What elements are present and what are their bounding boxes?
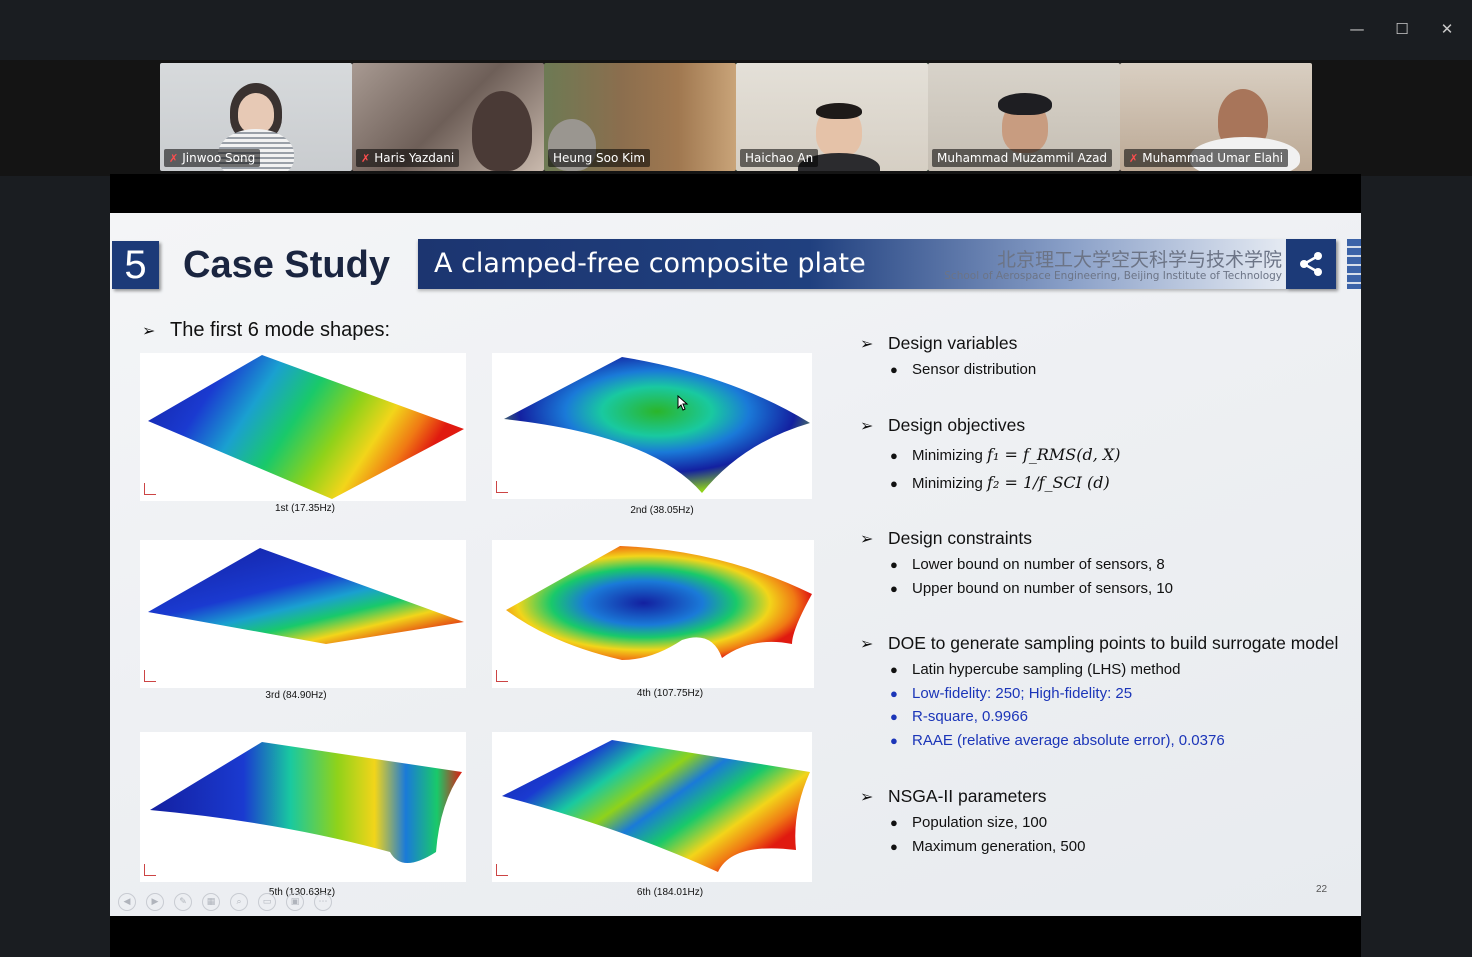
slides-grid-icon[interactable]: ▦ bbox=[202, 893, 220, 911]
mouse-cursor-icon bbox=[677, 395, 689, 411]
arrow-bullet-icon: ➢ bbox=[860, 336, 874, 353]
bullet-dot-icon: ● bbox=[890, 581, 898, 596]
section-heading: ➢ Design objectives bbox=[860, 415, 1026, 435]
section-heading: ➢ Design constraints bbox=[860, 528, 1032, 548]
list-item: ● Upper bound on number of sensors, 10 bbox=[890, 580, 1173, 597]
arrow-bullet-icon: ➢ bbox=[860, 789, 874, 806]
axis-triad-icon bbox=[144, 670, 156, 682]
mode-shape-image bbox=[140, 540, 466, 688]
list-item: ● RAAE (relative average absolute error),… bbox=[890, 732, 1225, 749]
meeting-window: — ☐ ✕ ✗ Jinwoo Song ✗ Haris Yazdani Heung … bbox=[0, 0, 1472, 957]
presentation-toolbar: ◀ ▶ ✎ ▦ ⌕ ▭ ▣ ⋯ bbox=[118, 893, 332, 913]
list-item: ● Minimizing f₁ = f_RMS(d, X) bbox=[890, 445, 1121, 464]
section-heading: ➢ NSGA-II parameters bbox=[860, 786, 1047, 806]
bullet-dot-icon: ● bbox=[890, 839, 898, 854]
camera-icon[interactable]: ▣ bbox=[286, 893, 304, 911]
list-item: ● Lower bound on number of sensors, 8 bbox=[890, 556, 1165, 573]
participant-name: Heung Soo Kim bbox=[548, 149, 651, 167]
arrow-bullet-icon: ➢ bbox=[860, 636, 874, 653]
participant-tile[interactable]: Heung Soo Kim bbox=[544, 63, 736, 171]
bullet-dot-icon: ● bbox=[890, 662, 898, 677]
section-heading: ➢ Design variables bbox=[860, 333, 1018, 353]
list-item: ● R-square, 0.9966 bbox=[890, 708, 1028, 725]
axis-triad-icon bbox=[144, 483, 156, 495]
modes-heading: ➢ The first 6 mode shapes: bbox=[142, 319, 391, 341]
title-bar: — ☐ ✕ bbox=[0, 0, 1472, 60]
participant-tile-active-speaker[interactable]: Haichao An bbox=[736, 63, 928, 171]
axis-triad-icon bbox=[496, 481, 508, 493]
mic-muted-icon: ✗ bbox=[361, 152, 371, 165]
subtitles-icon[interactable]: ▭ bbox=[258, 893, 276, 911]
bullet-dot-icon: ● bbox=[890, 686, 898, 701]
participant-tile[interactable]: ✗ Haris Yazdani bbox=[352, 63, 544, 171]
list-item: ● Minimizing f₂ = 1/f_SCI (d) bbox=[890, 473, 1110, 492]
arrow-bullet-icon: ➢ bbox=[142, 323, 156, 340]
bullet-dot-icon: ● bbox=[890, 448, 898, 463]
participant-name: ✗ Muhammad Umar Elahi bbox=[1124, 149, 1289, 167]
previous-slide-icon[interactable]: ◀ bbox=[118, 893, 136, 911]
mode-shape-image bbox=[492, 732, 812, 882]
maximize-icon[interactable]: ☐ bbox=[1387, 14, 1417, 44]
mode-caption: 6th (184.01Hz) bbox=[636, 887, 704, 898]
bullet-dot-icon: ● bbox=[890, 733, 898, 748]
objective-formula: f₂ = 1/f_SCI (d) bbox=[987, 473, 1110, 492]
participant-name: ✗ Jinwoo Song bbox=[164, 149, 261, 167]
slide-title: Case Study bbox=[183, 244, 390, 286]
share-icon[interactable] bbox=[1286, 239, 1336, 289]
pen-icon[interactable]: ✎ bbox=[174, 893, 192, 911]
mic-muted-icon: ✗ bbox=[169, 152, 179, 165]
participant-tile[interactable]: ✗ Muhammad Umar Elahi bbox=[1120, 63, 1312, 171]
arrow-bullet-icon: ➢ bbox=[860, 418, 874, 435]
mode-caption: 4th (107.75Hz) bbox=[636, 688, 704, 699]
section-heading: ➢ DOE to generate sampling points to buil… bbox=[860, 633, 1339, 653]
participant-name: ✗ Haris Yazdani bbox=[356, 149, 460, 167]
axis-triad-icon bbox=[144, 864, 156, 876]
mic-muted-icon: ✗ bbox=[1129, 152, 1139, 165]
close-icon[interactable]: ✕ bbox=[1432, 14, 1462, 44]
arrow-bullet-icon: ➢ bbox=[860, 531, 874, 548]
participant-tile[interactable]: Muhammad Muzammil Azad bbox=[928, 63, 1120, 171]
presentation-slide: 5 Case Study A clamped-free composite pl… bbox=[110, 213, 1361, 916]
mode-caption: 2nd (38.05Hz) bbox=[630, 505, 694, 516]
axis-triad-icon bbox=[496, 864, 508, 876]
list-item: ● Maximum generation, 500 bbox=[890, 838, 1086, 855]
participant-name: Haichao An bbox=[740, 149, 819, 167]
bullet-dot-icon: ● bbox=[890, 476, 898, 491]
decorative-stripes bbox=[1347, 239, 1361, 289]
bullet-dot-icon: ● bbox=[890, 709, 898, 724]
banner-title: A clamped-free composite plate bbox=[434, 248, 866, 279]
participant-name: Muhammad Muzammil Azad bbox=[932, 149, 1113, 167]
institution-chinese: 北京理工大学空天科学与技术学院 bbox=[996, 249, 1282, 271]
bullet-dot-icon: ● bbox=[890, 362, 898, 377]
participant-tile[interactable]: ✗ Jinwoo Song bbox=[160, 63, 352, 171]
objective-formula: f₁ = f_RMS(d, X) bbox=[987, 445, 1121, 464]
bullet-dot-icon: ● bbox=[890, 815, 898, 830]
axis-triad-icon bbox=[496, 670, 508, 682]
list-item: ● Latin hypercube sampling (LHS) method bbox=[890, 661, 1181, 678]
slide-banner: A clamped-free composite plate 北京理工大学空天科… bbox=[418, 239, 1288, 289]
mode-caption: 1st (17.35Hz) bbox=[274, 503, 336, 514]
mode-shape-image bbox=[492, 353, 812, 499]
mode-shape-image bbox=[140, 353, 466, 501]
minimize-icon[interactable]: — bbox=[1342, 14, 1372, 44]
page-number: 22 bbox=[1316, 884, 1328, 895]
more-options-icon[interactable]: ⋯ bbox=[314, 893, 332, 911]
next-slide-icon[interactable]: ▶ bbox=[146, 893, 164, 911]
bullet-dot-icon: ● bbox=[890, 557, 898, 572]
mode-shape-image bbox=[492, 540, 814, 688]
mode-caption: 3rd (84.90Hz) bbox=[265, 690, 327, 701]
list-item: ● Low-fidelity: 250; High-fidelity: 25 bbox=[890, 685, 1133, 702]
list-item: ● Population size, 100 bbox=[890, 814, 1048, 831]
zoom-icon[interactable]: ⌕ bbox=[230, 893, 248, 911]
institution-english: School of Aerospace Engineering, Beijing… bbox=[944, 270, 1282, 282]
mode-shape-image bbox=[140, 732, 466, 882]
list-item: ● Sensor distribution bbox=[890, 361, 1037, 378]
section-number: 5 bbox=[112, 241, 159, 289]
